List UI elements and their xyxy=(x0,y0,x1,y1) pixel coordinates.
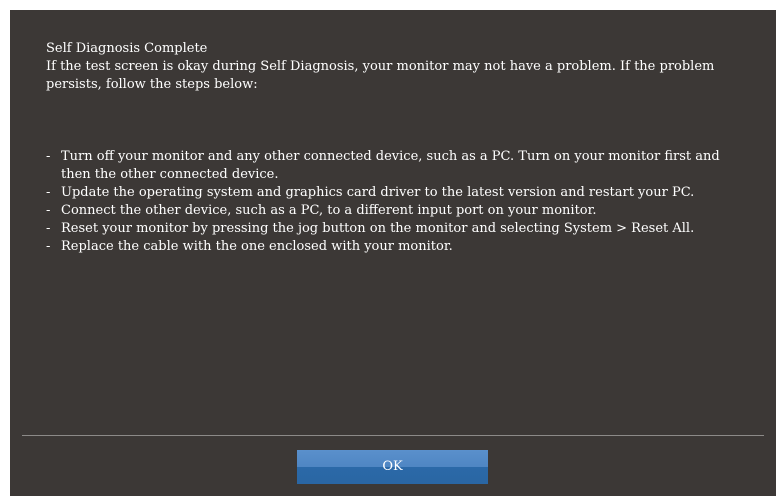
step-text: Update the operating system and graphics… xyxy=(61,185,695,200)
ok-button[interactable]: OK xyxy=(297,450,488,484)
list-item: - Replace the cable with the one enclose… xyxy=(46,238,746,256)
bullet-dash: - xyxy=(46,185,51,200)
troubleshooting-steps-list: - Turn off your monitor and any other co… xyxy=(46,148,746,256)
step-text: Turn off your monitor and any other conn… xyxy=(61,149,720,182)
footer-divider xyxy=(22,435,764,436)
dialog-content: Self Diagnosis Complete If the test scre… xyxy=(46,40,746,254)
list-item: - Reset your monitor by pressing the jog… xyxy=(46,220,746,238)
bullet-dash: - xyxy=(46,149,51,164)
dialog-intro-text: If the test screen is okay during Self D… xyxy=(46,59,715,92)
step-text: Replace the cable with the one enclosed … xyxy=(61,239,453,254)
self-diagnosis-dialog: Self Diagnosis Complete If the test scre… xyxy=(10,10,776,496)
list-item: - Update the operating system and graphi… xyxy=(46,184,746,202)
bullet-dash: - xyxy=(46,203,51,218)
bullet-dash: - xyxy=(46,221,51,236)
step-text: Connect the other device, such as a PC, … xyxy=(61,203,597,218)
list-item: - Turn off your monitor and any other co… xyxy=(46,148,746,184)
list-item: - Connect the other device, such as a PC… xyxy=(46,202,746,220)
bullet-dash: - xyxy=(46,239,51,254)
dialog-title: Self Diagnosis Complete xyxy=(46,41,208,56)
step-text: Reset your monitor by pressing the jog b… xyxy=(61,221,695,236)
